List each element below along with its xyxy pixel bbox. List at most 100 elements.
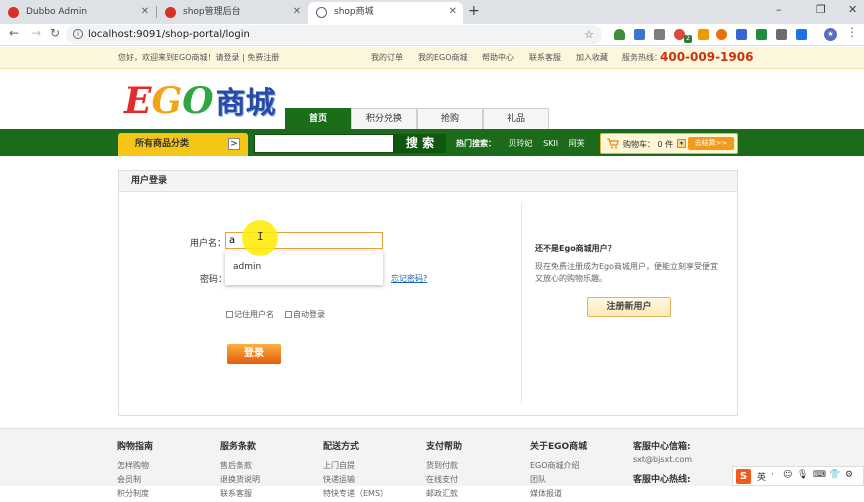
checkbox-box[interactable]	[226, 311, 233, 318]
tab-shop-mall[interactable]: shop商城 ✕	[308, 2, 463, 24]
new-tab-button[interactable]: +	[468, 3, 480, 19]
contact-service-link[interactable]: 联系客服	[529, 52, 561, 63]
tab-dubbo-admin[interactable]: Dubbo Admin ✕	[0, 2, 155, 24]
footer-link[interactable]: 团队	[530, 474, 587, 485]
jh-extension-icon[interactable]	[736, 29, 747, 40]
footer-link[interactable]: 特快专递（EMS）	[323, 488, 388, 499]
login-heading: 用户登录	[119, 171, 737, 192]
forgot-password-link[interactable]: 忘记密码?	[391, 273, 427, 284]
autocomplete-dropdown: admin	[225, 251, 383, 285]
close-tab-icon[interactable]: ✕	[449, 2, 457, 22]
footer-link[interactable]: 积分制度	[117, 488, 153, 499]
minimize-button[interactable]: –	[776, 3, 782, 16]
cart-count: 购物车： 0 件	[623, 140, 674, 149]
footer-link[interactable]: 怎样购物	[117, 460, 153, 471]
book-extension-icon[interactable]	[698, 29, 709, 40]
footer-link[interactable]: 上门自提	[323, 460, 388, 471]
close-window-button[interactable]: ✕	[848, 3, 857, 16]
shield-extension-icon[interactable]	[614, 29, 625, 40]
ego-logo[interactable]: EGO商城	[124, 78, 276, 122]
remember-label: 记住用户名	[234, 310, 274, 319]
tab-gifts[interactable]: 礼品	[483, 108, 549, 129]
username-label: 用户名：	[190, 239, 227, 249]
maximize-button[interactable]: ❐	[816, 3, 826, 16]
profile-avatar-icon[interactable]: ★	[824, 28, 837, 41]
extension-badge: 2	[684, 35, 692, 43]
footer-link[interactable]: EGO商城介绍	[530, 460, 587, 471]
footer-link[interactable]: 媒体报道	[530, 488, 587, 499]
dubbo-favicon-icon	[8, 7, 19, 18]
plugin-extension-icon[interactable]	[756, 29, 767, 40]
footer-col-payment: 支付帮助 货到付款 在线支付 邮政汇款	[426, 439, 462, 502]
footer-link[interactable]: 邮政汇款	[426, 488, 462, 499]
ime-voice-icon[interactable]: 🎙	[797, 470, 808, 480]
all-categories-button[interactable]: 所有商品分类 >	[118, 133, 248, 156]
add-favorite-link[interactable]: 加入收藏	[576, 52, 608, 63]
close-tab-icon[interactable]: ✕	[293, 2, 301, 22]
ime-punct-icon[interactable]: ·	[771, 470, 774, 480]
footer-col-title: 购物指南	[117, 442, 154, 452]
close-tab-icon[interactable]: ✕	[141, 2, 149, 22]
menu-kebab-icon[interactable]: ⋮	[846, 25, 858, 39]
ime-emoji-icon[interactable]: ☺	[783, 470, 792, 480]
hot-search-label: 热门搜索：	[456, 139, 496, 148]
search-input[interactable]	[254, 134, 394, 153]
hot-search-item[interactable]: 贝玲妃	[509, 139, 533, 148]
checkbox-box[interactable]	[285, 311, 292, 318]
remember-username-checkbox[interactable]: 记住用户名	[226, 309, 274, 320]
tab-home[interactable]: 首页	[285, 108, 351, 129]
login-button[interactable]: 登录	[227, 344, 281, 364]
script-extension-icon[interactable]	[776, 29, 787, 40]
ime-toolbar: S 英 · ☺ 🎙 ⌨ 👕 ⚙	[732, 466, 864, 486]
footer-link[interactable]: 售后条款	[220, 460, 260, 471]
auto-login-checkbox[interactable]: 自动登录	[285, 309, 325, 320]
welcome-text[interactable]: 您好，欢迎来到EGO商城！请登录 | 免费注册	[118, 52, 279, 63]
bookmark-star-icon[interactable]: ☆	[584, 25, 594, 44]
tab-flash-sale[interactable]: 抢购	[417, 108, 483, 129]
site-info-icon[interactable]: i	[73, 29, 83, 39]
footer-link[interactable]: 会员制	[117, 474, 153, 485]
browser-tab-bar: Dubbo Admin ✕ shop管理后台 ✕ shop商城 ✕ + – ❐ …	[0, 0, 864, 24]
cart-widget[interactable]: 购物车： 0 件 ▾ 去结算>>	[600, 133, 738, 154]
register-title: 还不是Ego商城用户？	[535, 244, 616, 253]
reload-button[interactable]: ↻	[50, 26, 60, 40]
hot-search-item[interactable]: SKII	[543, 139, 558, 148]
ime-keyboard-icon[interactable]: ⌨	[813, 470, 826, 480]
dev-extension-icon[interactable]	[796, 29, 807, 40]
translate-extension-icon[interactable]	[634, 29, 645, 40]
footer-col-title: 支付帮助	[426, 442, 463, 452]
footer-link[interactable]: 退换货说明	[220, 474, 260, 485]
forward-button[interactable]: →	[31, 26, 41, 40]
sogou-logo-icon[interactable]: S	[736, 469, 751, 484]
back-button[interactable]: ←	[9, 26, 19, 40]
cart-dropdown-icon[interactable]: ▾	[677, 139, 686, 148]
user-extension-icon[interactable]	[654, 29, 665, 40]
service-email: sxt@bjsxt.com	[633, 455, 693, 464]
register-button[interactable]: 注册新用户	[587, 297, 671, 317]
footer-col-terms: 服务条款 售后条款 退换货说明 联系客服	[220, 439, 260, 502]
cookie-extension-icon[interactable]	[716, 29, 727, 40]
ime-skin-icon[interactable]: 👕	[829, 470, 840, 480]
logo-letter-o: O	[182, 80, 214, 122]
ime-lang-toggle[interactable]: 英	[757, 470, 766, 483]
footer-link[interactable]: 联系客服	[220, 488, 260, 499]
checkout-button[interactable]: 去结算>>	[688, 137, 734, 150]
footer-link[interactable]: 在线支付	[426, 474, 462, 485]
footer-link[interactable]: 快递运输	[323, 474, 388, 485]
hot-search-item[interactable]: 阿芙	[569, 139, 585, 148]
tab-shop-admin[interactable]: shop管理后台 ✕	[157, 2, 307, 24]
autocomplete-option[interactable]: admin	[225, 251, 383, 272]
address-bar[interactable]: i localhost:9091/shop-portal/login ☆	[66, 25, 602, 44]
footer-link[interactable]: 货到付款	[426, 460, 462, 471]
footer-col-title: 服务条款	[220, 442, 257, 452]
search-button[interactable]: 搜 索	[394, 134, 446, 153]
my-ego-link[interactable]: 我的EGO商城	[418, 52, 468, 63]
ime-settings-icon[interactable]: ⚙	[845, 470, 853, 480]
auto-login-label: 自动登录	[293, 310, 325, 319]
help-center-link[interactable]: 帮助中心	[482, 52, 514, 63]
chevron-right-icon: >	[228, 138, 240, 150]
my-orders-link[interactable]: 我的订单	[371, 52, 403, 63]
cart-icon	[607, 138, 619, 149]
tab-points-exchange[interactable]: 积分兑换	[351, 108, 417, 129]
footer-col-title: 配送方式	[323, 442, 360, 452]
